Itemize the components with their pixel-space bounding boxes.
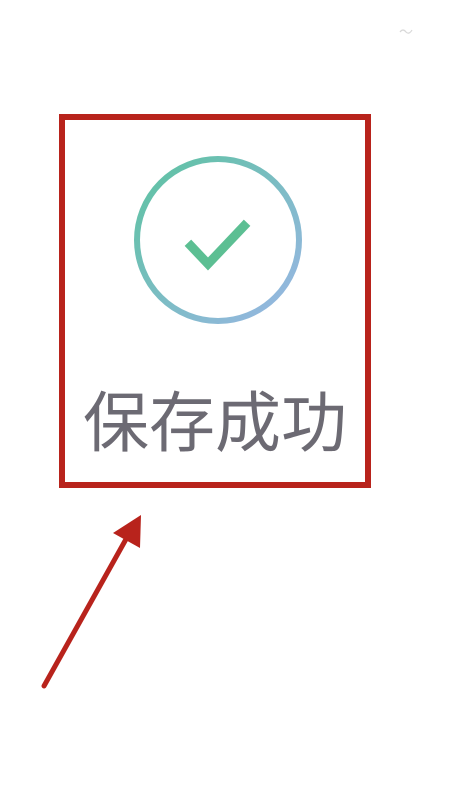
arrow-shaft	[41, 529, 133, 689]
checkmark-ring	[134, 156, 302, 324]
success-icon-wrapper	[128, 150, 308, 330]
success-toast: 保存成功	[59, 114, 371, 488]
corner-mark	[399, 29, 413, 34]
checkmark-glyph	[184, 219, 251, 271]
checkmark-circle-icon	[134, 156, 302, 324]
success-message: 保存成功	[83, 385, 347, 462]
annotation-arrow	[41, 515, 141, 689]
arrowhead	[113, 515, 141, 548]
